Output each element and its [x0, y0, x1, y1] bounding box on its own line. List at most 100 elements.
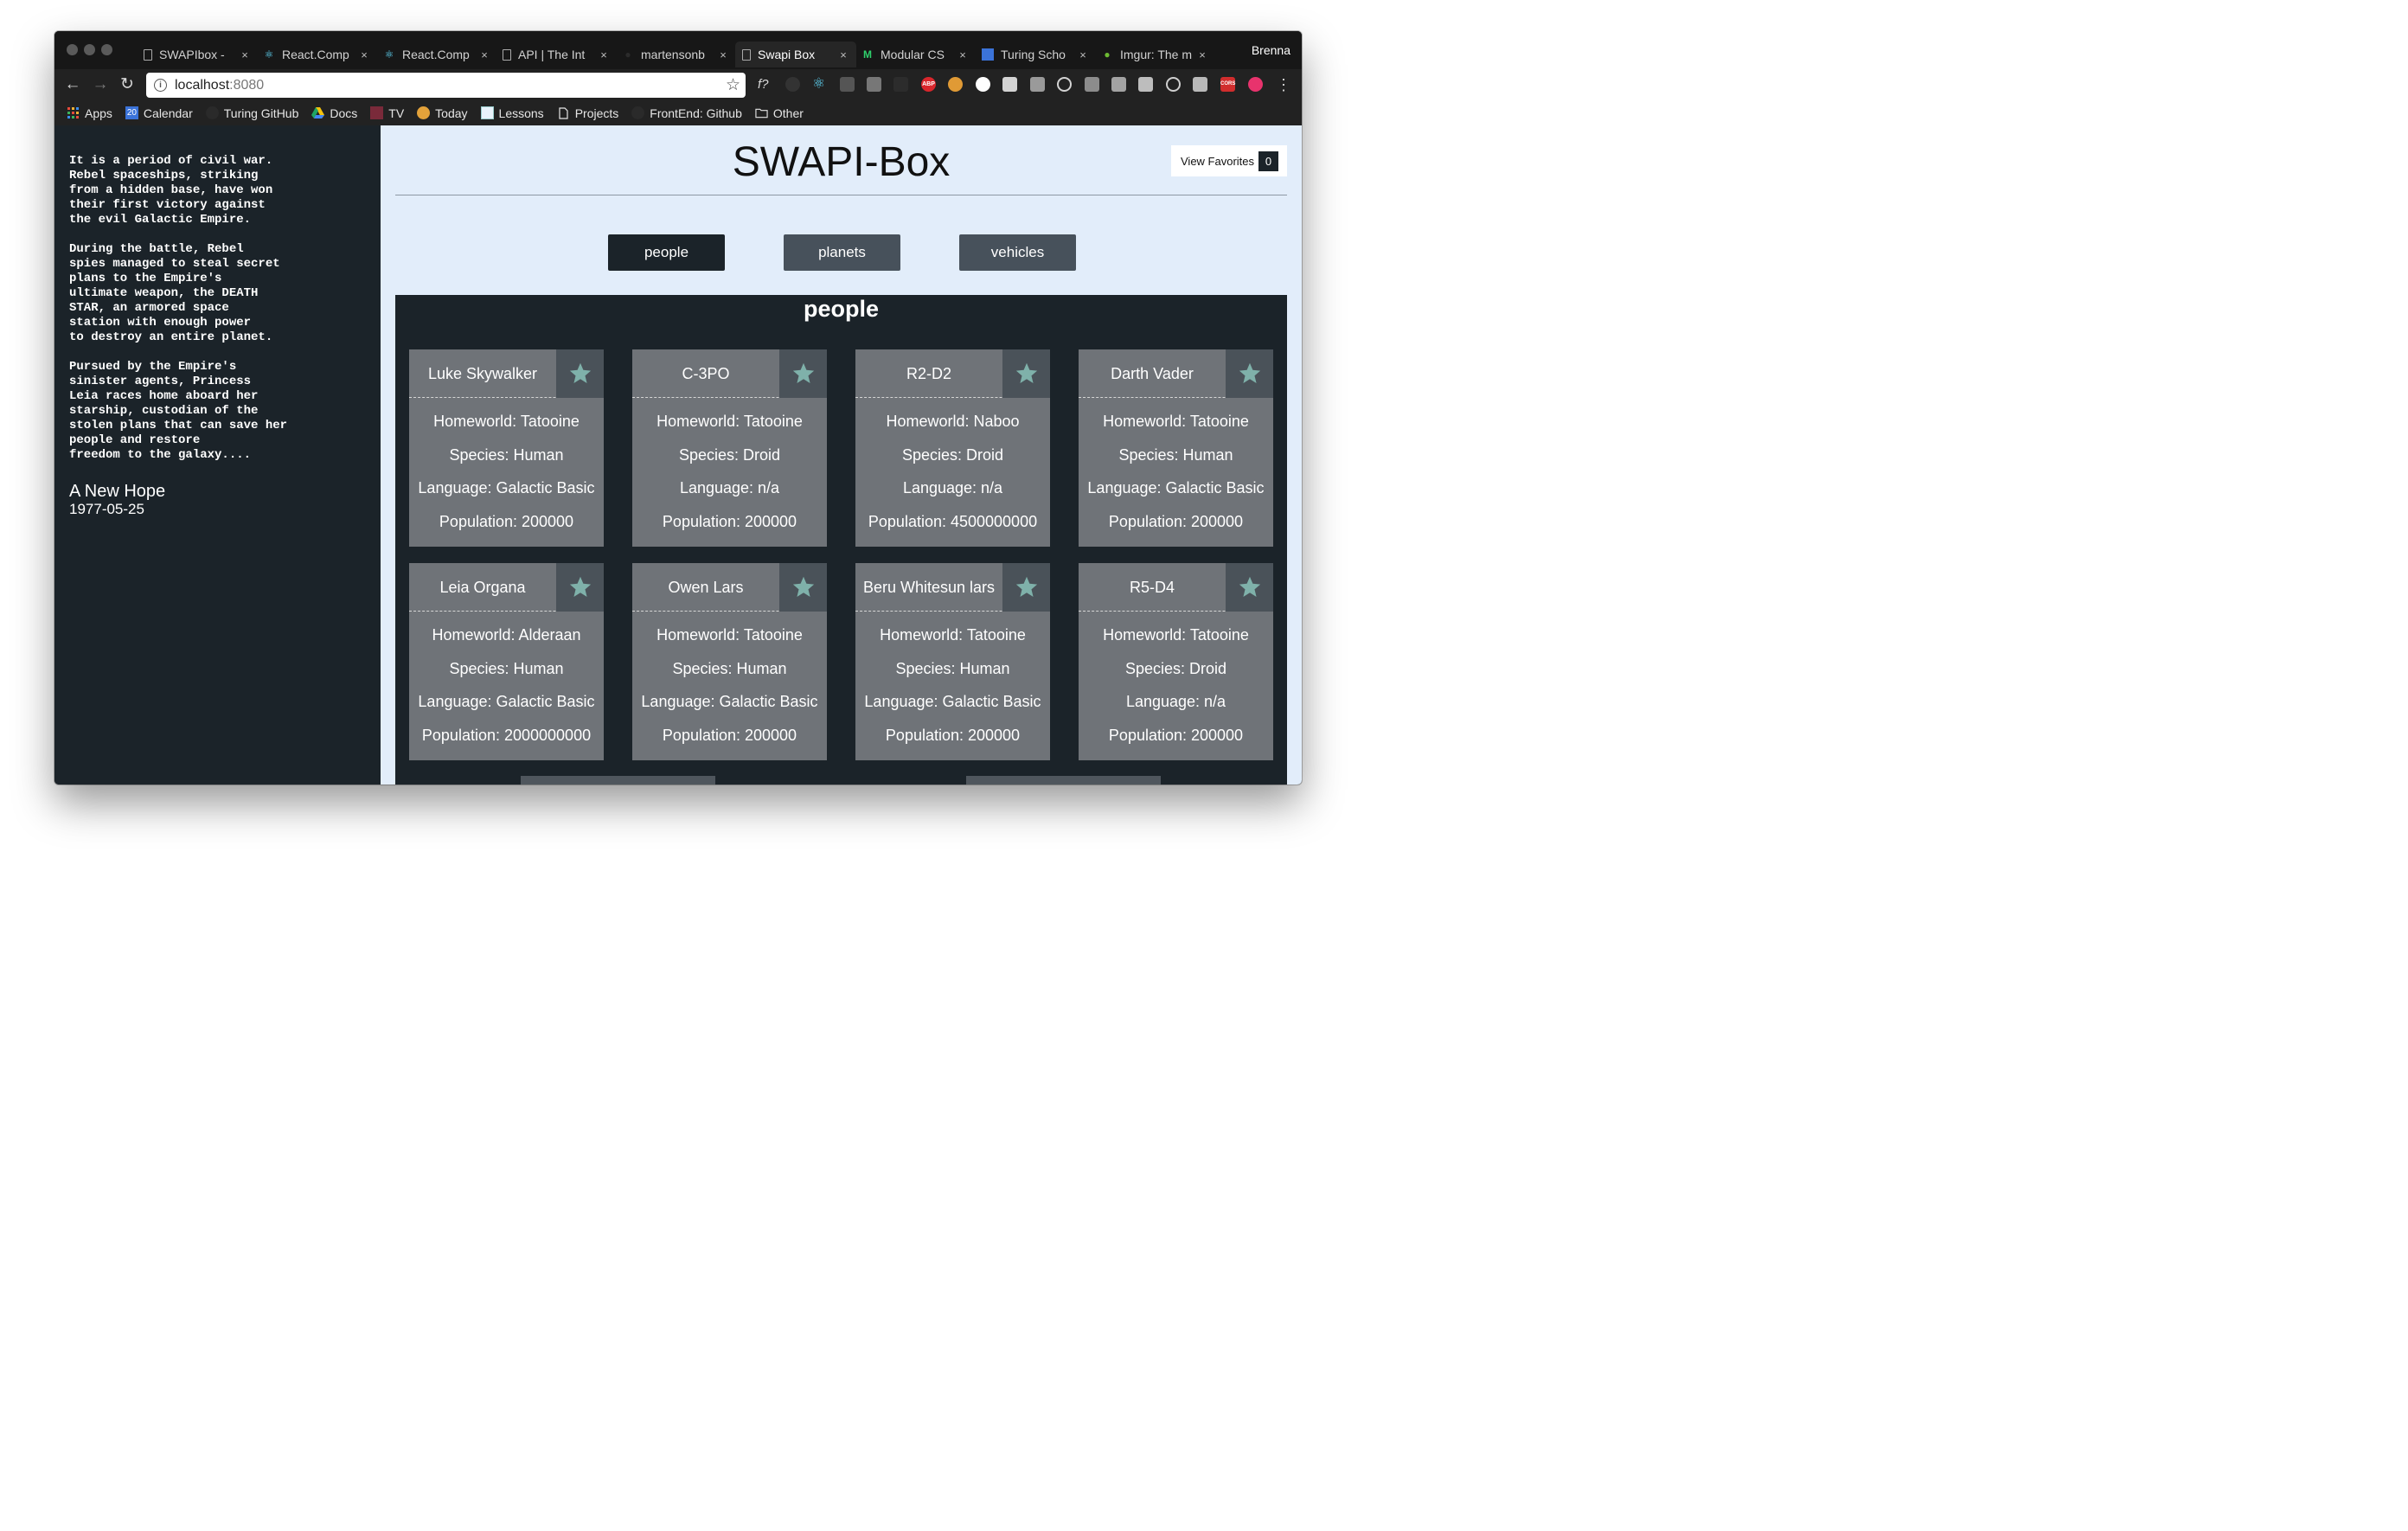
- close-tab-icon[interactable]: ×: [1077, 48, 1089, 61]
- bookmark-star-icon[interactable]: ☆: [726, 75, 740, 95]
- bookmark-lessons[interactable]: Lessons: [480, 106, 544, 120]
- card-header: Beru Whitesun lars: [855, 563, 1050, 612]
- adblock-extension-icon[interactable]: ABP: [921, 77, 936, 92]
- apps-grid-icon: [67, 106, 80, 119]
- browser-tab[interactable]: Turing Scho ×: [975, 42, 1096, 67]
- pink-extension-icon[interactable]: [1248, 77, 1263, 92]
- book-extension-icon[interactable]: [1193, 77, 1207, 92]
- formula-extension-icon[interactable]: f?: [758, 77, 777, 92]
- person-name: Leia Organa: [439, 579, 526, 596]
- card-partial: [966, 776, 1161, 785]
- person-language: Language: Galactic Basic: [641, 693, 818, 710]
- close-tab-icon[interactable]: ×: [358, 48, 370, 61]
- bookmark-frontend-github[interactable]: FrontEnd: Github: [631, 106, 742, 120]
- github-extension-icon[interactable]: [785, 77, 800, 92]
- close-tab-icon[interactable]: ×: [239, 48, 251, 61]
- favorite-button[interactable]: [1002, 349, 1050, 398]
- card-header: Luke Skywalker: [409, 349, 604, 398]
- circle-extension-icon[interactable]: [976, 77, 990, 92]
- close-tab-icon[interactable]: ×: [478, 48, 490, 61]
- dropper-extension-icon[interactable]: [840, 77, 855, 92]
- favorite-button[interactable]: [556, 563, 604, 612]
- browser-tab[interactable]: ● martensonb ×: [615, 42, 736, 67]
- navigation-bar: ← → ↻ i localhost:8080 ☆ f? ⚛ ABP CORS ⋮: [54, 69, 1302, 100]
- favorite-button[interactable]: [1002, 563, 1050, 612]
- person-population: Population: 2000000000: [421, 726, 592, 744]
- bookmark-today[interactable]: Today: [417, 106, 468, 120]
- bookmark-projects[interactable]: Projects: [557, 106, 618, 120]
- dim-extension-icon[interactable]: [893, 77, 908, 92]
- puzzle-extension-icon[interactable]: [1138, 77, 1153, 92]
- star-icon: [1239, 362, 1260, 383]
- bookmark-other-folder[interactable]: Other: [755, 106, 804, 120]
- card-header: Owen Lars: [632, 563, 827, 612]
- person-homeworld: Homeworld: Tatooine: [656, 626, 803, 644]
- ring-extension-icon[interactable]: [1166, 77, 1181, 92]
- site-info-icon[interactable]: i: [154, 79, 167, 92]
- person-species: Species: Human: [672, 659, 787, 677]
- favorite-button[interactable]: [1226, 349, 1273, 398]
- person-species: Species: Droid: [901, 445, 1004, 464]
- close-tab-icon[interactable]: ×: [957, 48, 969, 61]
- url-text[interactable]: localhost:8080: [175, 78, 264, 93]
- person-name: Owen Lars: [668, 579, 744, 596]
- close-tab-icon[interactable]: ×: [717, 48, 729, 61]
- person-card: R2-D2 Homeworld: Naboo Species: Droid Langu…: [855, 349, 1050, 547]
- person-species: Species: Human: [449, 659, 564, 677]
- bookmark-calendar[interactable]: 20 Calendar: [125, 106, 193, 120]
- save-extension-icon[interactable]: [1030, 77, 1045, 92]
- zoom-window-button[interactable]: [101, 44, 112, 55]
- page-viewport: It is a period of civil war. Rebel space…: [54, 125, 1302, 785]
- cors-extension-icon[interactable]: CORS: [1220, 77, 1235, 92]
- person-homeworld: Homeworld: Tatooine: [1103, 413, 1249, 430]
- card-header: R5-D4: [1079, 563, 1273, 612]
- person-population: Population: 4500000000: [868, 512, 1038, 530]
- reload-button[interactable]: ↻: [118, 75, 137, 94]
- bookmark-apps[interactable]: Apps: [67, 106, 112, 120]
- profile-name[interactable]: Brenna: [1252, 43, 1290, 57]
- address-bar[interactable]: i localhost:8080 ☆: [146, 73, 746, 98]
- people-button[interactable]: people: [608, 234, 725, 271]
- minimize-window-button[interactable]: [84, 44, 95, 55]
- cookie-extension-icon[interactable]: [948, 77, 963, 92]
- close-tab-icon[interactable]: ×: [1196, 48, 1208, 61]
- browser-chrome: SWAPIbox - × ⚛ React.Comp × ⚛ React.Comp × API …: [54, 31, 1302, 125]
- panel-title: people: [803, 296, 879, 322]
- star-icon: [1015, 576, 1037, 597]
- bookmark-docs[interactable]: Docs: [311, 106, 357, 120]
- browser-tab[interactable]: Swapi Box ×: [735, 42, 856, 67]
- window-extension-icon[interactable]: [1111, 77, 1126, 92]
- es-extension-icon[interactable]: [1085, 77, 1099, 92]
- bookmark-turing-github[interactable]: Turing GitHub: [205, 106, 298, 120]
- target-extension-icon[interactable]: [1057, 77, 1072, 92]
- browser-tab[interactable]: ⚛ React.Comp ×: [376, 42, 497, 67]
- bookmark-tv[interactable]: TV: [370, 106, 404, 120]
- back-button[interactable]: ←: [63, 75, 82, 94]
- favorite-button[interactable]: [556, 349, 604, 398]
- close-tab-icon[interactable]: ×: [837, 48, 849, 61]
- browser-tab[interactable]: ● Imgur: The m ×: [1094, 42, 1215, 67]
- view-favorites-button[interactable]: View Favorites 0: [1171, 145, 1287, 176]
- opening-crawl-text: It is a period of civil war. Rebel space…: [69, 154, 288, 462]
- react-devtools-icon[interactable]: ⚛: [812, 76, 827, 91]
- browser-tab[interactable]: M Modular CS ×: [855, 42, 976, 67]
- person-language: Language: Galactic Basic: [418, 479, 595, 496]
- favorite-button[interactable]: [779, 349, 827, 398]
- favorite-button[interactable]: [779, 563, 827, 612]
- drive-icon: [311, 106, 325, 119]
- vehicles-button[interactable]: vehicles: [959, 234, 1076, 271]
- close-tab-icon[interactable]: ×: [598, 48, 610, 61]
- browser-tab[interactable]: ⚛ React.Comp ×: [256, 42, 377, 67]
- person-name: Darth Vader: [1111, 365, 1194, 382]
- grid-extension-icon[interactable]: [1002, 77, 1017, 92]
- browser-tab[interactable]: SWAPIbox - ×: [137, 42, 258, 67]
- browser-tab[interactable]: API | The Int ×: [496, 42, 617, 67]
- close-window-button[interactable]: [67, 44, 78, 55]
- person-population: Population: 200000: [1108, 726, 1244, 744]
- planets-button[interactable]: planets: [784, 234, 900, 271]
- forward-button[interactable]: →: [91, 75, 110, 94]
- favorite-button[interactable]: [1226, 563, 1273, 612]
- browser-menu-icon[interactable]: ⋮: [1274, 75, 1293, 94]
- lighthouse-extension-icon[interactable]: [867, 77, 881, 92]
- star-icon: [569, 576, 591, 597]
